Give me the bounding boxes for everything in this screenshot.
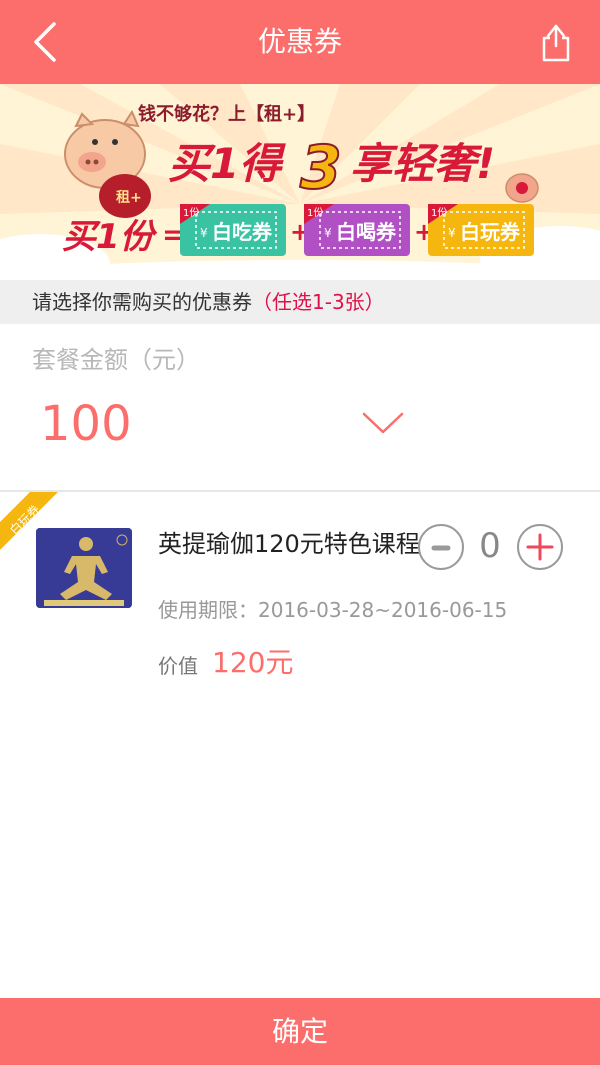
value-label: 价值 xyxy=(158,654,198,678)
coupon-title[interactable]: 英提瑜伽120元特色课程 xyxy=(158,528,420,560)
selection-hint: 请选择你需购买的优惠券（任选1-3张） xyxy=(0,280,600,324)
page-title: 优惠券 xyxy=(257,25,342,58)
ticket-drink: 1份 ¥ 白喝券 xyxy=(304,204,410,256)
share-button[interactable] xyxy=(534,20,578,64)
coupon-validity: 使用期限：2016-03-28~2016-06-15 xyxy=(158,598,508,622)
decrease-quantity-button[interactable] xyxy=(418,524,464,570)
promo-banner-art: 租+ 钱不够花？上【租+】 买1得 3 享轻奢! 买1份 = 1份 ¥ 白吃券 … xyxy=(0,84,600,280)
promo-banner[interactable]: 租+ 钱不够花？上【租+】 买1得 3 享轻奢! 买1份 = 1份 ¥ 白吃券 … xyxy=(0,84,600,280)
quantity-value: 0 xyxy=(479,526,501,566)
banner-slogan-suffix: 享轻奢! xyxy=(350,139,495,188)
hint-highlight: （任选1-3张） xyxy=(252,290,385,314)
chevron-down-icon xyxy=(362,412,404,434)
value-amount: 120元 xyxy=(212,646,294,679)
amount-dropdown-button[interactable] xyxy=(362,406,404,438)
ticket-drink-label: 白喝券 xyxy=(336,220,397,244)
page: 优惠券 租+ 钱不够花？上【租+】 买1得 3 享轻奢! 买1份 = 1份 ¥ … xyxy=(0,0,600,1065)
yoga-image-icon xyxy=(36,528,132,608)
svg-text:1份: 1份 xyxy=(183,207,199,219)
snail-mascot-icon xyxy=(505,173,539,203)
coupon-thumbnail[interactable] xyxy=(36,528,132,608)
divider xyxy=(0,490,600,492)
svg-text:¥: ¥ xyxy=(200,226,208,240)
ticket-play-label: 白玩券 xyxy=(460,220,521,244)
ticket-eat-label: 白吃券 xyxy=(212,220,273,244)
nav-bar: 优惠券 xyxy=(0,0,600,84)
banner-buy-one: 买1份 xyxy=(62,217,158,257)
hint-text: 请选择你需购买的优惠券 xyxy=(32,290,252,314)
increase-quantity-button[interactable] xyxy=(517,524,563,570)
confirm-button[interactable]: 确定 xyxy=(0,998,600,1065)
banner-slogan-small: 钱不够花？上【租+】 xyxy=(138,103,315,125)
confirm-label: 确定 xyxy=(271,1015,328,1048)
amount-label: 套餐金额（元） xyxy=(32,346,200,374)
share-icon xyxy=(542,24,570,62)
banner-slogan-prefix: 买1得 xyxy=(168,139,286,188)
svg-text:1份: 1份 xyxy=(431,207,447,219)
svg-text:¥: ¥ xyxy=(324,226,332,240)
bag-label: 租+ xyxy=(116,189,142,206)
amount-value[interactable]: 100 xyxy=(40,396,132,452)
ticket-eat: 1份 ¥ 白吃券 xyxy=(180,204,286,256)
ticket-play: 1份 ¥ 白玩券 xyxy=(428,204,534,256)
banner-slogan-number: 3 xyxy=(300,133,342,203)
svg-text:1份: 1份 xyxy=(307,207,323,219)
plus-icon xyxy=(526,533,554,561)
svg-text:¥: ¥ xyxy=(448,226,456,240)
minus-icon xyxy=(431,545,451,551)
